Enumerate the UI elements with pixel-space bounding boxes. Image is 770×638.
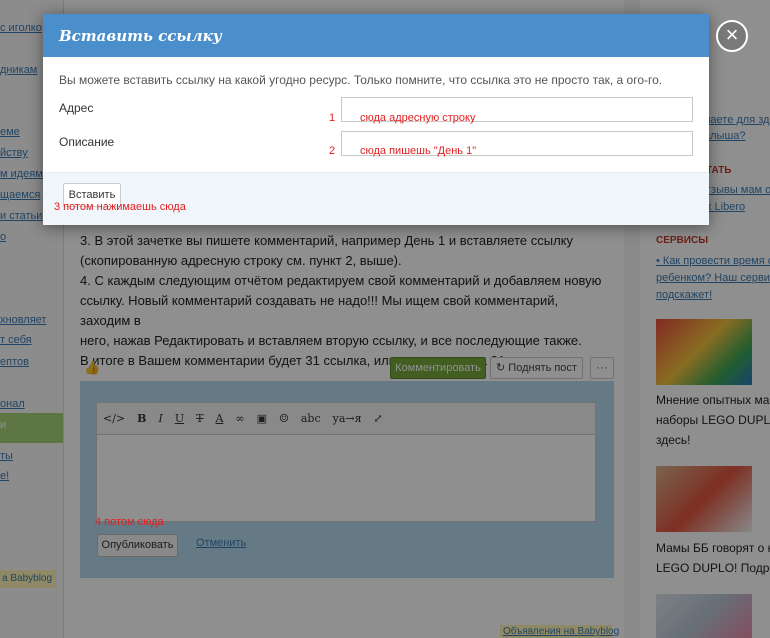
description-label: Описание [59,135,115,149]
refresh-icon: ↻ [496,362,509,374]
dialog-title: Вставить ссылку [59,26,222,45]
address-label: Адрес [59,101,94,115]
left-nav-active[interactable] [0,413,63,443]
left-nav-item[interactable]: ептов [0,356,29,368]
lift-post-button[interactable]: ↻ Поднять пост [490,357,583,379]
left-nav-item-active[interactable]: и [0,419,6,431]
service-link[interactable]: подскажет! [656,289,712,301]
winter-photo-image[interactable] [656,594,752,638]
right-link[interactable]: x Libero [706,201,745,213]
left-nav-item[interactable]: йству [0,147,28,159]
thumbs-up-icon[interactable]: 👍 [84,360,100,376]
post-line: него, нажав Редактировать и вставляем вт… [80,333,582,348]
lift-post-label: Поднять пост [508,362,577,374]
comment-editor[interactable] [96,435,596,522]
fullscreen-icon[interactable]: ⤢ [374,412,383,425]
promo-text[interactable]: Мамы ББ говорят о н [656,541,770,555]
comment-button[interactable]: Комментировать [390,357,486,379]
left-nav-item[interactable]: т себя [0,334,32,346]
dialog-header: Вставить ссылку [43,14,709,57]
promo-text[interactable]: здесь! [656,433,691,447]
link-icon[interactable]: ∞ [235,412,244,425]
service-link[interactable]: ребенком? Наш сервис [656,272,770,284]
post-line: (скопированную адресную строку см. пункт… [80,253,402,268]
promo-text[interactable]: LEGO DUPLO! Подро [656,561,770,575]
right-link[interactable]: алыша? [704,130,746,142]
annotation-number: 2 [329,145,336,157]
section-heading: ТАТЬ [706,165,732,176]
dialog-footer [43,172,709,225]
text-color-icon[interactable]: A [215,412,223,425]
services-heading: СЕРВИСЫ [656,235,708,246]
annotation-description: сюда пишешь "День 1" [360,145,477,157]
left-nav-item[interactable]: с иголко [0,22,42,34]
spellcheck-icon[interactable]: abc [301,412,321,425]
left-nav-item[interactable]: и статьи [0,210,42,222]
right-link[interactable]: лаете для здо [704,114,770,126]
right-link[interactable]: тзывы мам о [706,184,770,196]
annotation-number: 1 [329,112,336,124]
close-icon[interactable]: × [716,20,748,52]
smiley-icon[interactable]: ☺ [279,412,289,425]
service-link[interactable]: • Как провести время с [656,255,770,267]
lego-numbers-image[interactable] [656,319,752,385]
publish-button[interactable]: Опубликовать [97,534,178,557]
left-ad-link[interactable]: а Babyblog [0,570,56,588]
transliterate-icon[interactable]: ya→я [333,412,362,425]
left-nav-item[interactable]: о [0,231,6,243]
bold-icon[interactable]: B [137,412,146,425]
post-line: 3. В этой зачетке вы пишете комментарий,… [80,233,574,248]
left-nav-item[interactable]: щаемся [0,189,40,201]
more-button[interactable]: ··· [590,357,614,379]
editor-toolbar: </> B I U T A ∞ ▣ ☺ abc ya→я ⤢ [96,402,596,435]
post-body: 3. В этой зачетке вы пишете комментарий,… [80,231,610,371]
child-lego-image[interactable] [656,466,752,532]
italic-icon[interactable]: I [158,412,162,425]
left-nav-item[interactable]: м идеями [0,168,49,180]
code-icon[interactable]: </> [103,412,125,425]
left-nav-item[interactable]: еме [0,126,20,138]
strikethrough-icon[interactable]: T [196,412,203,425]
annotation-publish: 4 потом сюда [95,516,164,528]
image-icon[interactable]: ▣ [257,412,267,425]
left-nav-item[interactable]: онал [0,398,25,410]
ads-link[interactable]: Объявления на Babyblog [500,625,619,638]
left-nav-item[interactable]: дникам [0,64,37,76]
dialog-description: Вы можете вставить ссылку на какой угодн… [59,73,663,87]
post-line: 4. С каждым следующим отчётом редактируе… [80,273,602,288]
annotation-address: сюда адресную строку [360,112,476,124]
left-nav-item[interactable]: ты [0,450,13,462]
cancel-link[interactable]: Отменить [196,537,246,549]
underline-icon[interactable]: U [175,412,184,425]
promo-text[interactable]: Мнение опытных мам [656,393,770,407]
left-nav-item[interactable]: е! [0,470,9,482]
annotation-insert: 3 потом нажимаешь сюда [54,201,186,213]
promo-text[interactable]: наборы LEGO DUPLO [656,413,770,427]
left-nav-item[interactable]: хновляет [0,314,46,326]
post-line: ссылку. Новый комментарий создавать не н… [80,293,559,328]
